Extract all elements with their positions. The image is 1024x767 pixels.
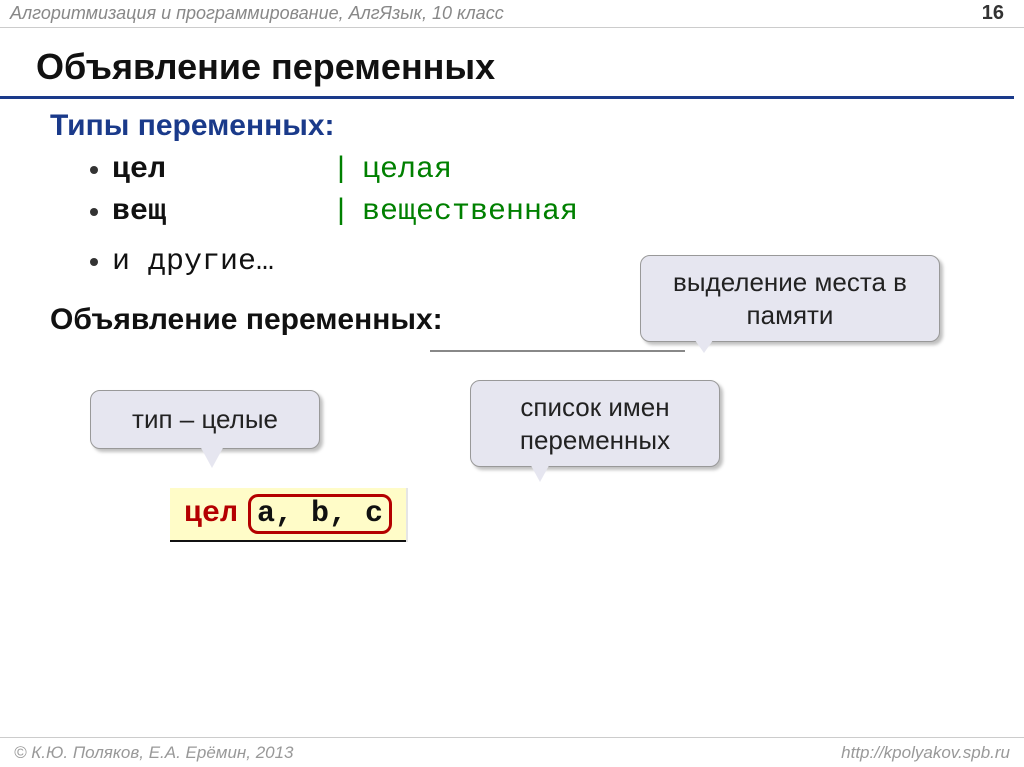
bullet-icon	[90, 166, 98, 174]
callout-tail-icon	[690, 333, 718, 353]
type-separator: |	[332, 153, 350, 187]
slide-footer: © К.Ю. Поляков, Е.А. Ерёмин, 2013 http:/…	[0, 737, 1024, 767]
type-short: цел	[112, 153, 332, 187]
type-row: цел | целая	[90, 149, 1024, 191]
callout-memory: выделение места в памяти	[640, 255, 940, 342]
type-more: и другие…	[112, 245, 274, 279]
header-subject: Алгоритмизация и программирование, АлгЯз…	[10, 3, 504, 24]
callout-tail-icon	[200, 446, 224, 468]
code-vars: a, b, c	[257, 497, 383, 531]
footer-url: http://kpolyakov.spb.ru	[841, 743, 1010, 763]
type-separator: |	[332, 195, 350, 229]
callout-type: тип – целые	[90, 390, 320, 449]
code-keyword: цел	[184, 497, 238, 531]
header-page-number: 16	[982, 2, 1004, 25]
bullet-icon	[90, 258, 98, 266]
slide-title: Объявление переменных	[0, 28, 1014, 99]
type-long: целая	[362, 153, 452, 187]
callout-tail-icon	[528, 460, 552, 482]
footer-author: © К.Ю. Поляков, Е.А. Ерёмин, 2013	[14, 743, 294, 763]
slide-header: Алгоритмизация и программирование, АлгЯз…	[0, 0, 1024, 28]
code-vars-highlight: a, b, c	[248, 494, 392, 534]
code-declaration-box: цел a, b, c	[170, 488, 406, 542]
callout-line-icon	[430, 350, 685, 352]
callout-varlist: список имен переменных	[470, 380, 720, 467]
type-short: вещ	[112, 195, 332, 229]
type-long: вещественная	[362, 195, 578, 229]
type-row: вещ | вещественная	[90, 191, 1024, 233]
bullet-icon	[90, 208, 98, 216]
types-section-title: Типы переменных:	[50, 109, 1024, 143]
